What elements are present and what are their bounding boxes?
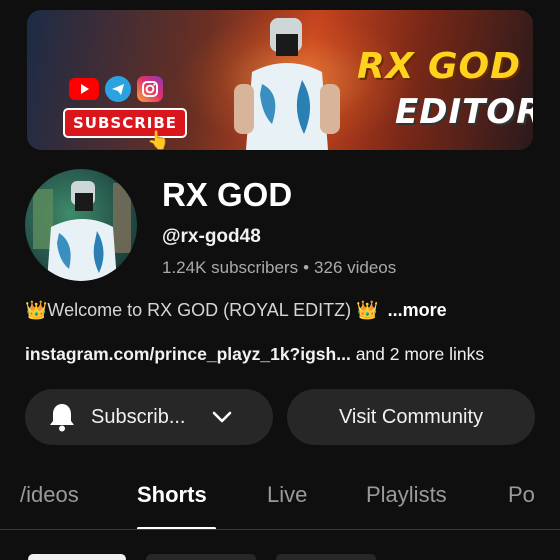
channel-description[interactable]: 👑Welcome to RX GOD (ROYAL EDITZ) 👑 ...mo… <box>25 300 447 321</box>
banner-social-icons <box>69 76 163 102</box>
tab-live[interactable]: Live <box>267 482 307 508</box>
filter-chip[interactable] <box>146 554 256 560</box>
subscribe-label: Subscrib... <box>91 405 186 428</box>
filter-chip[interactable] <box>28 554 126 560</box>
channel-stats: 1.24K subscribers • 326 videos <box>162 258 396 278</box>
tab-posts[interactable]: Po <box>508 482 535 508</box>
visit-community-label: Visit Community <box>338 405 484 428</box>
channel-banner: SUBSCRIBE 👆 RX GOD EDITOR <box>27 10 533 150</box>
primary-link[interactable]: instagram.com/prince_playz_1k?igsh... <box>25 344 351 364</box>
channel-page: SUBSCRIBE 👆 RX GOD EDITOR RX GOD @rx-god… <box>0 0 560 560</box>
banner-title-line2: EDITOR <box>395 92 533 132</box>
telegram-icon <box>105 76 131 102</box>
visit-community-button[interactable]: Visit Community <box>287 389 535 445</box>
subscriber-count: 1.24K subscribers <box>162 258 299 277</box>
banner-character-image <box>234 18 340 150</box>
description-more-link[interactable]: ...more <box>388 300 447 320</box>
stats-separator: • <box>303 258 310 277</box>
avatar-image <box>33 181 131 281</box>
chevron-down-icon <box>213 411 232 423</box>
youtube-icon <box>69 78 99 100</box>
channel-tabs: /ideos Shorts Live Playlists Po <box>0 470 560 530</box>
pointer-hand-icon: 👆 <box>147 130 170 150</box>
crown-emoji-icon: 👑 <box>356 300 379 320</box>
tab-playlists[interactable]: Playlists <box>366 482 447 508</box>
more-links-label[interactable]: and 2 more links <box>356 344 484 364</box>
channel-avatar[interactable] <box>25 169 137 281</box>
channel-handle: @rx-god48 <box>162 226 261 247</box>
tabs-divider <box>0 529 560 530</box>
bell-icon <box>50 404 74 432</box>
channel-name: RX GOD <box>162 176 293 213</box>
instagram-icon <box>137 76 163 102</box>
channel-links[interactable]: instagram.com/prince_playz_1k?igsh... an… <box>25 344 484 365</box>
video-count: 326 videos <box>314 258 397 277</box>
crown-emoji-icon: 👑 <box>25 300 48 320</box>
subscribed-button[interactable]: Subscrib... <box>25 389 273 445</box>
banner-title-line1: RX GOD <box>357 46 522 87</box>
description-text: Welcome to RX GOD (ROYAL EDITZ) <box>47 300 352 320</box>
filter-chip[interactable] <box>276 554 376 560</box>
tab-shorts[interactable]: Shorts <box>137 482 207 508</box>
tab-videos[interactable]: /ideos <box>20 482 79 508</box>
